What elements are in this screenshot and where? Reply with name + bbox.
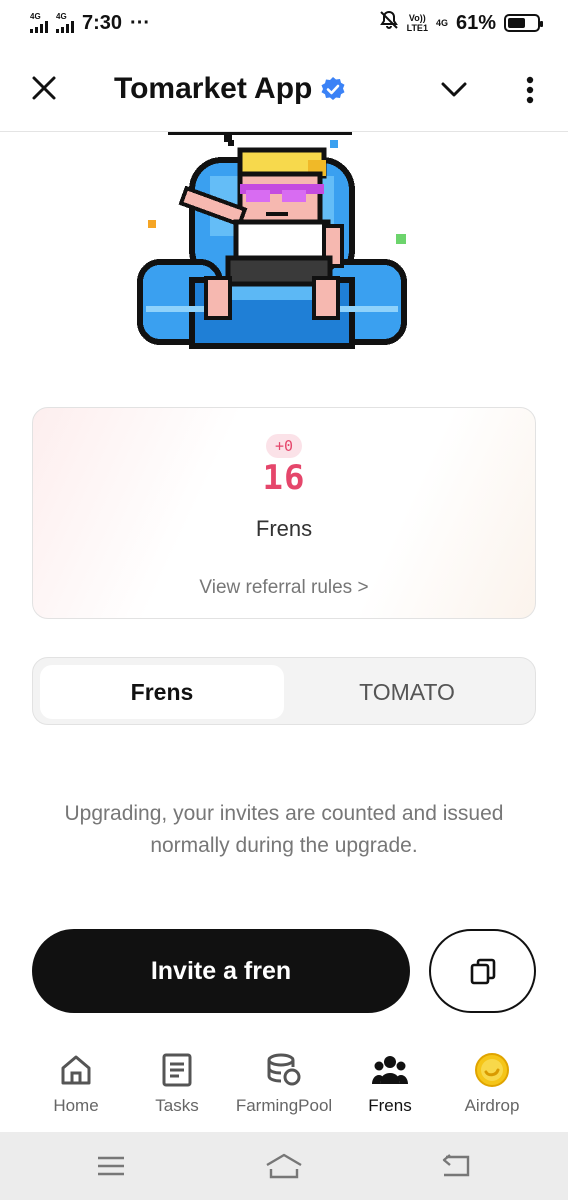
battery-icon: [504, 14, 543, 32]
nav-label-frens: Frens: [368, 1096, 412, 1115]
signal-1: 4G: [30, 13, 48, 33]
signal-2: 4G: [56, 13, 74, 33]
bottom-nav: Home Tasks FarmingPool Frens Airdrop: [0, 1036, 568, 1132]
frens-count: 16: [262, 458, 306, 498]
status-more: ···: [130, 11, 151, 34]
more-vertical-icon: [526, 76, 534, 104]
nav-label-tasks: Tasks: [155, 1096, 199, 1115]
system-home-button[interactable]: [264, 1150, 304, 1182]
volte-top: Vo)): [408, 13, 426, 23]
nav-item-home[interactable]: Home: [21, 1050, 131, 1116]
count-delta-badge: +0: [266, 434, 302, 458]
status-left: 4G 4G 7:30 ···: [30, 12, 150, 35]
home-icon: [56, 1050, 96, 1090]
nav-label-airdrop: Airdrop: [464, 1096, 520, 1115]
upgrade-notice: Upgrading, your invites are counted and …: [64, 802, 504, 857]
battery-fill: [508, 18, 526, 28]
view-referral-rules-link[interactable]: View referral rules >: [0, 577, 568, 599]
frens-count-label: Frens: [255, 516, 313, 541]
status-bar: 4G 4G 7:30 ··· Vo)) LTE1 4G 61%: [0, 0, 568, 46]
volte-bottom: LTE1: [406, 23, 428, 33]
tab-tomato[interactable]: TOMATO: [285, 665, 529, 719]
system-home-icon: [266, 1153, 302, 1179]
close-icon: [32, 76, 56, 100]
signal-bars-icon: [30, 21, 48, 33]
clock: 7:30: [82, 11, 123, 34]
close-button[interactable]: [26, 70, 62, 106]
verified-badge-icon: [321, 77, 345, 100]
frens-icon: [370, 1050, 410, 1090]
nav-item-tasks[interactable]: Tasks: [122, 1050, 232, 1116]
invite-fren-button[interactable]: Invite a fren: [32, 929, 410, 1013]
volte-indicator: Vo)) LTE1: [407, 13, 428, 33]
tab-frens[interactable]: Frens: [40, 665, 284, 719]
copy-link-button[interactable]: [429, 929, 536, 1013]
page-title: Tomarket App: [114, 72, 313, 105]
airdrop-coin-icon: [472, 1050, 512, 1090]
tasks-icon: [157, 1050, 197, 1090]
nav-label-farmingpool: FarmingPool: [235, 1096, 333, 1115]
copy-icon: [470, 958, 495, 985]
recent-apps-button[interactable]: [91, 1150, 131, 1182]
collapse-button[interactable]: [436, 72, 472, 108]
app-header: Tomarket App: [0, 46, 568, 132]
mascot-on-sofa-illustration: [137, 134, 407, 349]
nav-item-airdrop[interactable]: Airdrop: [437, 1050, 547, 1116]
status-right: Vo)) LTE1 4G 61%: [379, 10, 543, 36]
frens-tab-switcher: Frens TOMATO: [32, 657, 536, 725]
network-type-1: 4G: [30, 12, 41, 21]
network-type-2: 4G: [56, 12, 67, 21]
bell-muted-icon: [379, 10, 399, 36]
title-wrap: Tomarket App: [114, 72, 346, 106]
signal-bars-icon: [56, 21, 74, 33]
battery-percent: 61%: [455, 11, 496, 34]
system-nav-bar: [0, 1132, 568, 1200]
chevron-down-icon: [441, 82, 467, 97]
nav-item-farmingpool[interactable]: FarmingPool: [229, 1050, 339, 1116]
more-options-button[interactable]: [512, 72, 548, 108]
system-back-button[interactable]: [436, 1150, 476, 1182]
nav-item-frens[interactable]: Frens: [335, 1050, 445, 1116]
menu-lines-icon: [98, 1156, 124, 1176]
farming-pool-icon: [264, 1050, 304, 1090]
back-arrow-icon: [442, 1154, 470, 1177]
net-right: 4G: [435, 18, 448, 28]
nav-label-home: Home: [53, 1096, 99, 1115]
